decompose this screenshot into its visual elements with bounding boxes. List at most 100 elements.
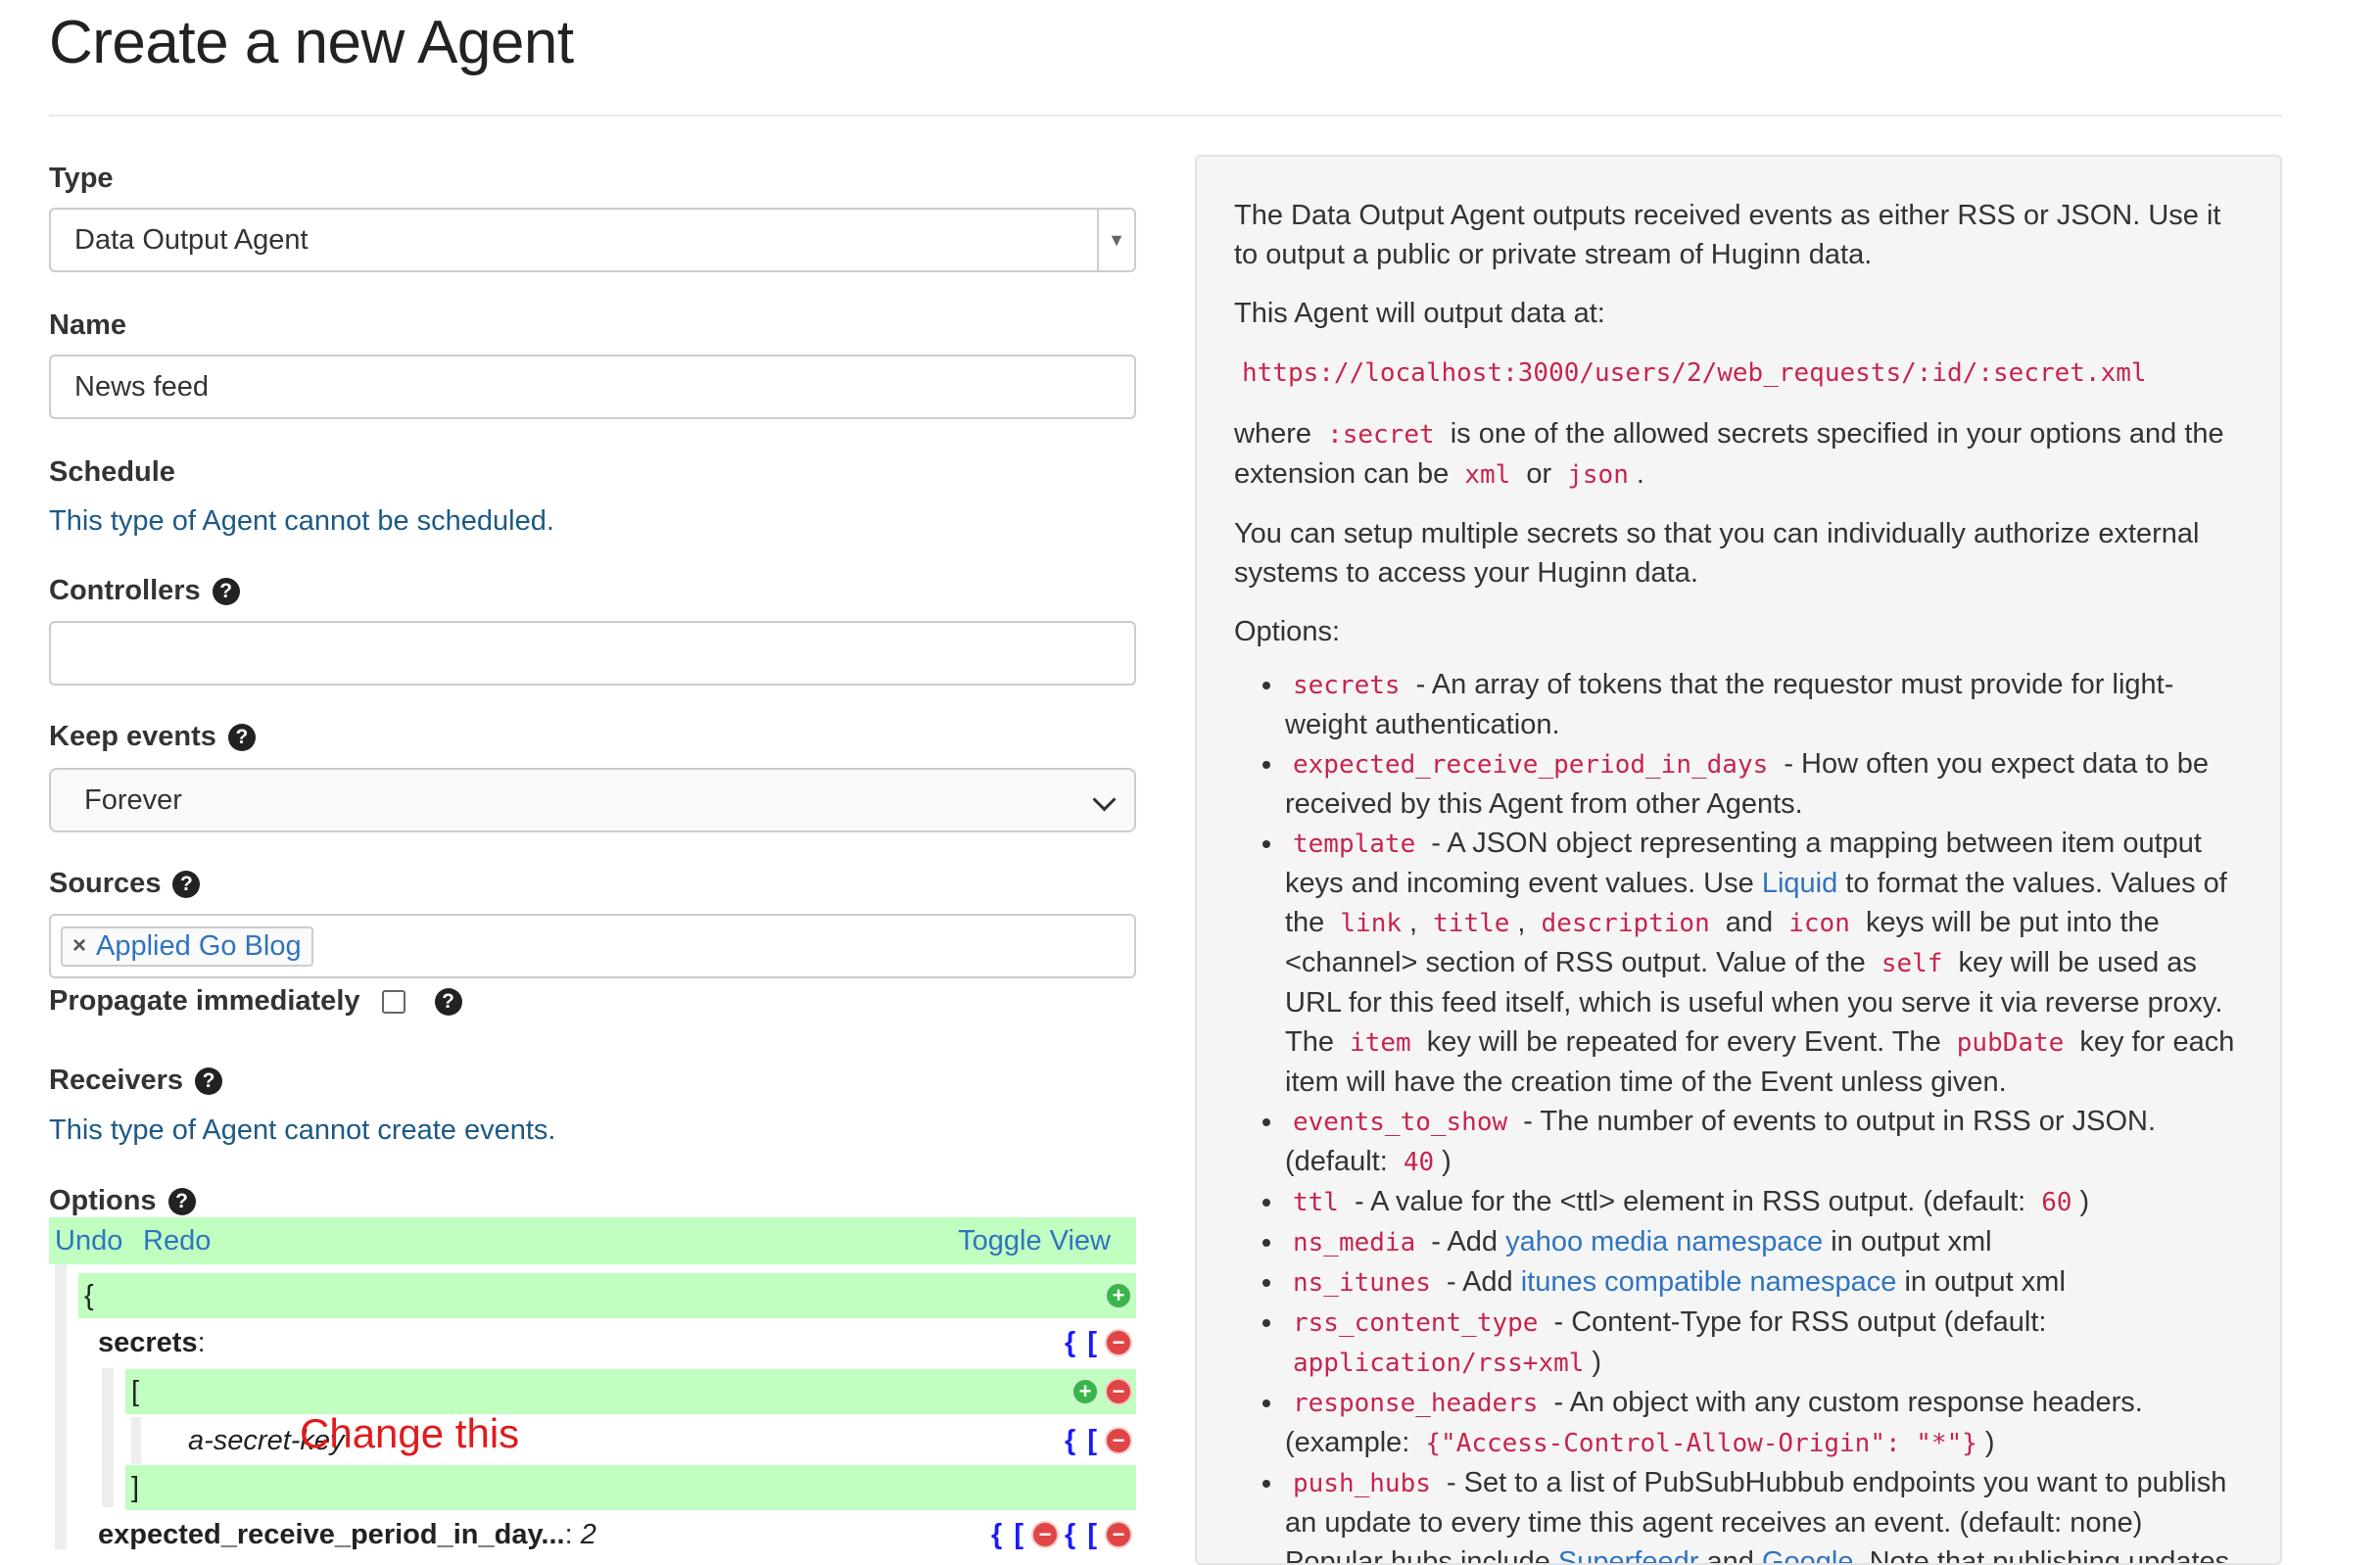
add-item-icon[interactable]: +: [1105, 1282, 1132, 1309]
controllers-label-text: Controllers: [49, 575, 201, 606]
tree-indent-guide: [102, 1368, 114, 1507]
remove-item-icon[interactable]: −: [1105, 1427, 1132, 1454]
row-controls: { [ −: [1065, 1418, 1132, 1463]
agent-description-panel: The Data Output Agent outputs received e…: [1195, 155, 2282, 1565]
schedule-label-text: Schedule: [49, 456, 175, 488]
sources-label-text: Sources: [49, 868, 162, 899]
toggle-view-button[interactable]: Toggle View: [958, 1225, 1111, 1257]
help-icon[interactable]: ?: [172, 870, 201, 898]
option-code: icon: [1788, 909, 1850, 938]
options-label: Options ?: [49, 1185, 196, 1217]
redo-button[interactable]: Redo: [143, 1225, 211, 1257]
sources-input[interactable]: × Applied Go Blog: [49, 914, 1136, 978]
tree-indent-guide: [55, 1264, 67, 1549]
remove-item-icon[interactable]: −: [1105, 1329, 1132, 1356]
editor-tree: { + secrets: { [ − [ + − a-secret-key {…: [49, 1264, 1136, 1549]
controllers-input[interactable]: [49, 621, 1136, 686]
option-code: 60: [2041, 1188, 2072, 1217]
undo-button[interactable]: Undo: [55, 1225, 122, 1257]
option-text: in output xml: [1904, 1266, 2066, 1298]
xml-code: xml: [1464, 460, 1511, 490]
option-code: push_hubs: [1293, 1469, 1431, 1498]
output-url: https://localhost:3000/users/2/web_reque…: [1242, 358, 2147, 388]
remove-item-icon[interactable]: −: [1031, 1521, 1059, 1548]
type-switch-button[interactable]: { [: [1065, 1425, 1099, 1457]
option-code: ns_itunes: [1293, 1268, 1431, 1298]
keep-events-select[interactable]: Forever: [49, 768, 1136, 832]
option-code: ttl: [1293, 1188, 1339, 1217]
type-switch-button[interactable]: { [: [991, 1519, 1025, 1550]
name-label: Name: [49, 309, 126, 342]
option-item: ns_itunes - Add itunes compatible namesp…: [1285, 1262, 2243, 1303]
type-label: Type: [49, 163, 114, 195]
option-item: rss_content_type - Content-Type for RSS …: [1285, 1303, 2243, 1383]
period-key-wrap: expected_receive_period_in_day...: 2: [98, 1518, 596, 1550]
secrets-key[interactable]: secrets: [98, 1327, 198, 1358]
help-icon[interactable]: ?: [167, 1187, 196, 1215]
remove-item-icon[interactable]: −: [1105, 1378, 1132, 1405]
secret-code: :secret: [1327, 420, 1435, 450]
row-controls: { [ −: [1065, 1320, 1132, 1365]
title-divider: [49, 115, 2282, 117]
type-switch-button[interactable]: { [: [1065, 1327, 1099, 1359]
period-key[interactable]: expected_receive_period_in_day...: [98, 1519, 565, 1550]
close-paren: ): [2079, 1186, 2090, 1217]
help-icon[interactable]: ?: [195, 1067, 223, 1095]
comma: ,: [1517, 907, 1526, 938]
tree-row-secret-value: a-secret-key { [ −: [141, 1418, 1136, 1463]
source-token[interactable]: × Applied Go Blog: [61, 925, 313, 967]
option-text: key will be repeated for every Event. Th…: [1426, 1026, 1941, 1058]
options-json-editor: Undo Redo Toggle View { + secrets: { [ −: [49, 1217, 1136, 1549]
itunes-namespace-link[interactable]: itunes compatible namespace: [1521, 1266, 1897, 1298]
close-paren: ): [1442, 1146, 1452, 1177]
option-code: secrets: [1293, 671, 1401, 700]
json-code: json: [1567, 460, 1629, 490]
type-switch-button[interactable]: { [: [1065, 1519, 1099, 1550]
row-controls: { [ − { [ −: [991, 1512, 1132, 1549]
option-text: in output xml: [1831, 1226, 1992, 1257]
option-text: - Content-Type for RSS output (default:: [1553, 1306, 2047, 1338]
help-icon[interactable]: ?: [227, 723, 256, 751]
yahoo-media-namespace-link[interactable]: yahoo media namespace: [1505, 1226, 1823, 1257]
remove-item-icon[interactable]: −: [1105, 1521, 1132, 1548]
dropdown-arrow-icon[interactable]: ▼: [1097, 210, 1134, 270]
output-url-line: https://localhost:3000/users/2/web_reque…: [1234, 353, 2243, 393]
options-heading: Options:: [1234, 616, 1340, 647]
propagate-checkbox[interactable]: [381, 989, 405, 1014]
name-input-value: News feed: [74, 370, 210, 403]
type-label-text: Type: [49, 163, 114, 194]
receivers-label-text: Receivers: [49, 1065, 184, 1096]
receivers-label: Receivers ?: [49, 1065, 223, 1097]
liquid-link[interactable]: Liquid: [1762, 868, 1837, 899]
or-text: or: [1526, 458, 1552, 490]
option-item: secrets - An array of tokens that the re…: [1285, 665, 2243, 744]
option-code: pubDate: [1956, 1028, 2065, 1058]
root-open-brace: {: [84, 1279, 94, 1311]
option-item: expected_receive_period_in_days - How of…: [1285, 744, 2243, 824]
keep-events-value: Forever: [84, 783, 182, 816]
name-input[interactable]: News feed: [49, 355, 1136, 419]
type-select-value: Data Output Agent: [74, 223, 309, 256]
tree-row-array-open: [ + −: [125, 1369, 1136, 1414]
option-item: push_hubs - Set to a list of PubSubHubbu…: [1285, 1463, 2243, 1563]
row-controls: +: [1105, 1273, 1132, 1318]
and-text: and: [1725, 907, 1774, 938]
type-select[interactable]: Data Output Agent ▼: [49, 208, 1136, 272]
help-icon[interactable]: ?: [212, 577, 240, 605]
option-code: events_to_show: [1293, 1108, 1508, 1137]
propagate-label-text: Propagate immediately: [49, 985, 360, 1017]
propagate-label: Propagate immediately ?: [49, 985, 462, 1018]
receivers-help-text: This type of Agent cannot create events.: [49, 1114, 556, 1146]
period-value[interactable]: 2: [581, 1519, 596, 1550]
option-code: ns_media: [1293, 1228, 1416, 1257]
help-icon[interactable]: ?: [434, 987, 462, 1016]
keep-events-label: Keep events ?: [49, 721, 256, 753]
description-content: The Data Output Agent outputs received e…: [1234, 196, 2243, 1563]
option-code: item: [1350, 1028, 1411, 1058]
option-text: - Add: [1431, 1226, 1499, 1257]
remove-token-icon[interactable]: ×: [72, 932, 86, 960]
option-code: description: [1541, 909, 1710, 938]
option-code: {"Access-Control-Allow-Origin": "*"}: [1425, 1429, 1977, 1458]
period-text: .: [1636, 458, 1644, 490]
add-item-icon[interactable]: +: [1071, 1378, 1099, 1405]
